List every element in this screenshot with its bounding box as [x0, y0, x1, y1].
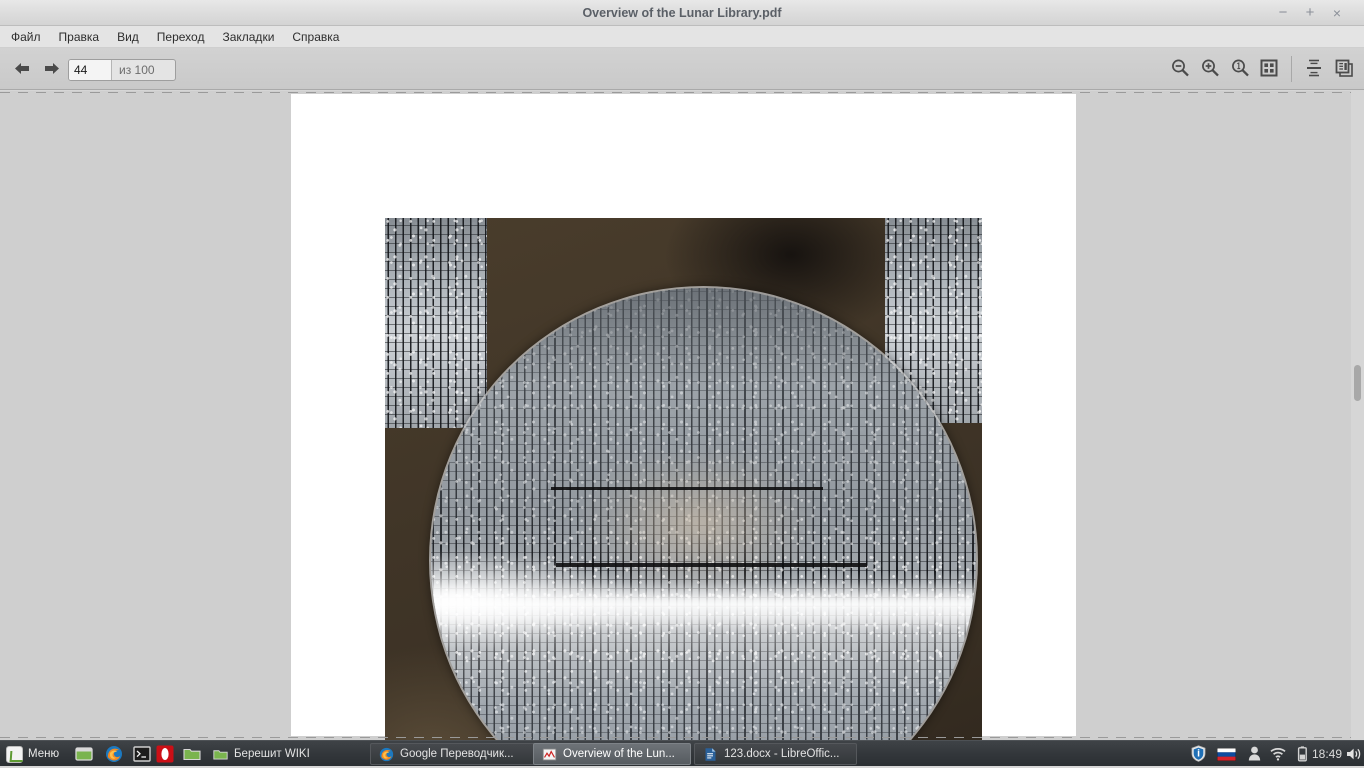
firefox-glyph	[106, 746, 122, 762]
document-view[interactable]: ░▒░▒░▒░▒░▒░▒░▒░▒░▒ ░▒░▒░▒░▒░▒░▒░▒░▒░▒░▒░…	[0, 91, 1364, 740]
folder-icon[interactable]	[183, 745, 201, 763]
libreoffice-writer-icon	[705, 747, 716, 761]
pdf-viewer-icon	[542, 748, 557, 760]
wifi-glyph	[1270, 748, 1286, 761]
menu-go[interactable]: Переход	[148, 26, 214, 48]
menu-help[interactable]: Справка	[283, 26, 348, 48]
russian-flag-icon[interactable]	[1216, 747, 1237, 762]
arrow-left-icon[interactable]	[10, 57, 34, 81]
shield-glyph	[1191, 745, 1206, 762]
dual-page-icon[interactable]	[1333, 57, 1357, 81]
menu-bookmarks[interactable]: Закладки	[213, 26, 283, 48]
wifi-icon[interactable]	[1270, 747, 1286, 761]
page-image-wafer-photo: ░▒░▒░▒░▒░▒░▒░▒░▒░▒ ░▒░▒░▒░▒░▒░▒░▒░▒░▒░▒░…	[385, 218, 982, 740]
battery-glyph	[1297, 746, 1307, 762]
toolbar-separator	[1291, 56, 1292, 82]
toolbar: из 100	[0, 48, 1364, 90]
terminal-glyph	[133, 746, 151, 762]
volume-icon[interactable]	[1346, 747, 1362, 761]
window-list-glyph	[75, 747, 93, 761]
zoom-out-icon[interactable]	[1169, 57, 1193, 81]
firefox-icon	[379, 747, 394, 761]
terminal-icon[interactable]	[133, 745, 151, 763]
task-button-libreoffice-writer[interactable]: 123.docx - LibreOffic...	[694, 743, 857, 765]
wafer-disc: ░▒░▒░▒░▒░▒░▒░▒░▒░▒ ░▒░▒░▒░▒░▒░▒░▒░▒░▒░▒░…	[431, 288, 976, 740]
zoom-original-glyph	[1232, 59, 1249, 77]
window-list-icon[interactable]	[75, 745, 93, 763]
maximize-icon[interactable]: +	[1297, 0, 1323, 26]
arrow-left-glyph	[14, 63, 29, 74]
shield-icon[interactable]	[1191, 745, 1206, 762]
page-separator-bottom	[0, 737, 1364, 738]
keyboard-layout-flag-glyph	[1216, 747, 1237, 762]
disc-dark-band-lower	[556, 563, 867, 568]
zoom-original-icon[interactable]	[1229, 57, 1253, 81]
folder-glyph	[183, 748, 201, 761]
zoom-out-glyph	[1172, 59, 1189, 77]
fit-height-icon[interactable]	[1303, 57, 1327, 81]
task-button-pdf-viewer[interactable]: Overview of the Lun...	[533, 743, 691, 765]
zoom-in-glyph	[1202, 59, 1219, 77]
menubar: Файл Правка Вид Переход Закладки Справка	[0, 26, 1364, 48]
menu-view[interactable]: Вид	[108, 26, 148, 48]
window-titlebar: Overview of the Lunar Library.pdf − + ×	[0, 0, 1364, 26]
vertical-scrollbar-thumb[interactable]	[1354, 365, 1361, 401]
user-icon[interactable]	[1248, 746, 1261, 761]
page-number-input[interactable]	[69, 60, 112, 80]
task-label-libreoffice-writer: 123.docx - LibreOffic...	[724, 748, 840, 760]
minimize-icon[interactable]: −	[1270, 0, 1296, 26]
menu-file[interactable]: Файл	[2, 26, 50, 48]
window-title: Overview of the Lunar Library.pdf	[582, 6, 782, 20]
page-navigation-box[interactable]: из 100	[68, 59, 176, 81]
menu-edit[interactable]: Правка	[50, 26, 109, 48]
task-label-google-translate: Google Переводчик...	[400, 748, 514, 760]
task-label-pdf-viewer: Overview of the Lun...	[563, 748, 675, 760]
arrow-right-glyph	[44, 63, 59, 74]
page-separator-top	[0, 92, 1364, 93]
close-icon[interactable]: ×	[1324, 0, 1350, 26]
fit-height-glyph	[1307, 59, 1321, 77]
mint-menu-button[interactable]: Меню	[3, 743, 66, 765]
zoom-in-icon[interactable]	[1199, 57, 1223, 81]
page-total-label: из 100	[119, 63, 155, 77]
firefox-icon[interactable]	[105, 745, 123, 763]
dual-page-glyph	[1335, 59, 1353, 77]
fit-page-glyph	[1260, 59, 1278, 77]
taskbar: Меню Берешит WIKI Google Переводчик... O…	[0, 740, 1364, 766]
opera-icon[interactable]	[156, 745, 174, 763]
battery-icon[interactable]	[1296, 746, 1309, 762]
task-button-google-translate[interactable]: Google Переводчик...	[370, 743, 535, 765]
disc-dark-band-upper	[550, 486, 824, 490]
mint-menu-label: Меню	[28, 748, 60, 760]
pdf-page: ░▒░▒░▒░▒░▒░▒░▒░▒░▒ ░▒░▒░▒░▒░▒░▒░▒░▒░▒░▒░…	[291, 94, 1076, 740]
user-glyph	[1248, 746, 1261, 761]
task-button-wiki[interactable]: Берешит WIKI	[205, 743, 345, 765]
folder-icon	[213, 749, 228, 760]
arrow-right-icon[interactable]	[39, 57, 63, 81]
task-label-wiki: Берешит WIKI	[234, 748, 310, 760]
volume-glyph	[1347, 748, 1361, 760]
clock[interactable]: 18:49	[1312, 741, 1342, 767]
fit-page-icon[interactable]	[1258, 57, 1282, 81]
opera-glyph	[156, 745, 174, 763]
mint-menu-icon	[6, 745, 23, 763]
vertical-scrollbar[interactable]	[1351, 91, 1364, 740]
